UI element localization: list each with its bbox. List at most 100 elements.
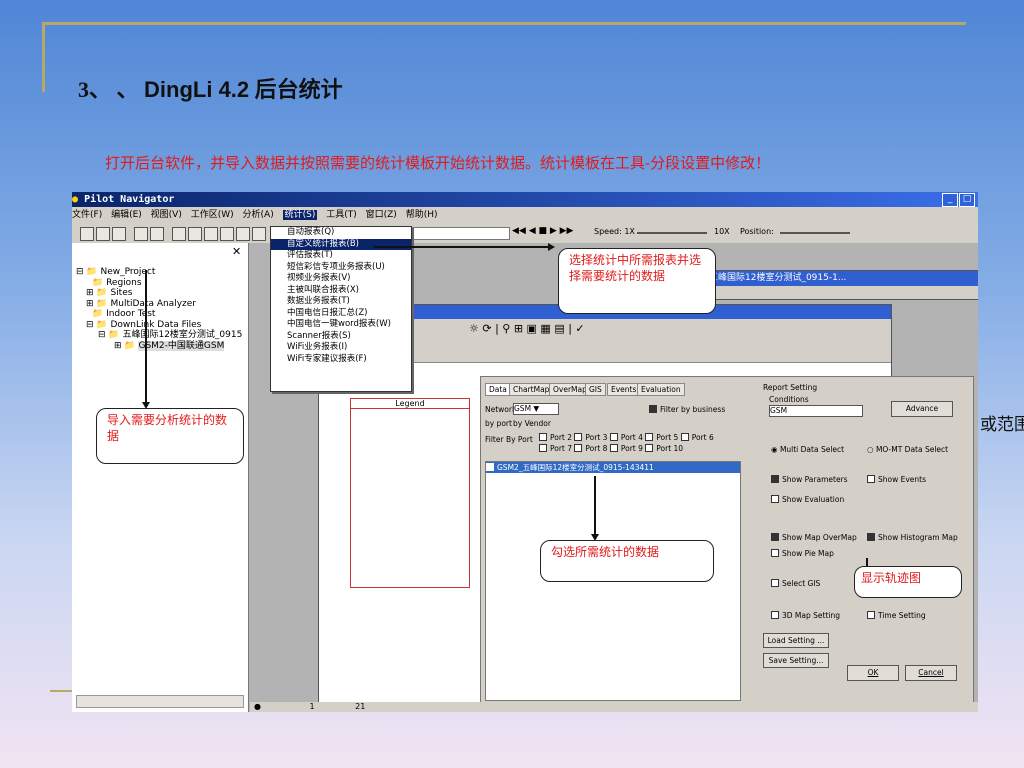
map-window-titlebar: 五峰国际12楼室分测试_0915-1...: [709, 271, 978, 286]
data-file-item[interactable]: GSM2_五峰国际12楼室分测试_0915-143411: [486, 462, 740, 473]
tree-item[interactable]: ⊞ 📁 GSM2-中国联通GSM: [74, 340, 242, 352]
folder-icon[interactable]: [134, 227, 148, 241]
open-folder-icon[interactable]: [96, 227, 110, 241]
conditions-label: Conditions: [769, 395, 809, 404]
save-setting-button[interactable]: Save Setting...: [763, 653, 829, 668]
callout-choose: 选择统计中所需报表并选择需要统计的数据: [558, 248, 716, 314]
callout-check: 勾选所需统计的数据: [540, 540, 714, 582]
tree-item[interactable]: ⊞ 📁 Sites: [74, 288, 242, 299]
cancel-button[interactable]: Cancel: [905, 665, 957, 681]
status-bar: ● 1 21: [250, 702, 978, 712]
status-value-a: 1: [309, 702, 315, 711]
chart-icon[interactable]: [204, 227, 218, 241]
minimize-icon[interactable]: _: [942, 193, 958, 207]
menu-item[interactable]: 主被叫联合报表(X): [271, 285, 411, 297]
restore-icon[interactable]: □: [959, 193, 975, 207]
close-panel-icon[interactable]: ✕: [232, 245, 241, 258]
project-tree: ⊟ 📁 New_Project 📁 Regions ⊞ 📁 Sites ⊞ 📁 …: [74, 267, 242, 351]
menu-file[interactable]: 文件(F): [72, 210, 102, 220]
report-setting-panel: Report Setting Conditions GSM Advance ◉ …: [763, 383, 967, 701]
filter-by-port-label: Filter By Port: [485, 435, 533, 444]
menu-item[interactable]: 评估报表(T): [271, 250, 411, 262]
port-checkboxes-row1[interactable]: Port 2 Port 3 Port 4 Port 5 Port 6: [539, 433, 714, 442]
menu-item[interactable]: 中国电信日报汇总(Z): [271, 308, 411, 320]
statistics-menu: 自动报表(Q) 自定义统计报表(B) 评估报表(T) 短信彩信专项业务报表(U)…: [270, 226, 412, 392]
tab-chartmap[interactable]: ChartMap: [509, 383, 554, 396]
menu-item[interactable]: 视频业务报表(V): [271, 273, 411, 285]
menubar: 文件(F) 编辑(E) 视图(V) 工作区(W) 分析(A) 统计(S) 工具(…: [72, 207, 978, 223]
playback-controls[interactable]: ◀◀ ◀ ■ ▶ ▶▶: [512, 226, 573, 236]
show-parameters-checkbox[interactable]: Show Parameters: [771, 475, 848, 484]
grid-icon[interactable]: [220, 227, 234, 241]
tree-item[interactable]: ⊟ 📁 DownLink Data Files: [74, 320, 242, 331]
menu-tools[interactable]: 工具(T): [326, 210, 357, 220]
tab-events[interactable]: Events: [607, 383, 641, 396]
load-setting-button[interactable]: Load Setting ...: [763, 633, 829, 648]
menu-item[interactable]: 自动报表(Q): [271, 227, 411, 239]
report-icon[interactable]: [252, 227, 266, 241]
momt-data-select-radio[interactable]: ○ MO-MT Data Select: [867, 445, 948, 454]
slide-title: 3、 、 DingLi 4.2 后台统计: [78, 77, 343, 102]
toolbar: ◀◀ ◀ ■ ▶ ▶▶ Speed: 1X 10X Position:: [72, 223, 978, 244]
menu-item-custom-report[interactable]: 自定义统计报表(B): [271, 238, 411, 250]
show-map-overmap-checkbox[interactable]: Show Map OverMap: [771, 533, 857, 542]
legend-title: Legend: [351, 399, 469, 409]
multi-data-select-radio[interactable]: ◉ Multi Data Select: [771, 445, 844, 454]
menu-item[interactable]: 数据业务报表(T): [271, 296, 411, 308]
arrow-choose: [374, 246, 550, 248]
menu-workspace[interactable]: 工作区(W): [191, 210, 234, 220]
arrow-check: [594, 476, 596, 536]
tree-item[interactable]: ⊟ 📁 New_Project: [74, 267, 242, 278]
tree-item[interactable]: ⊟ 📁 五峰国际12楼室分测试_0915: [74, 330, 242, 341]
menu-item[interactable]: Scanner报表(S): [271, 331, 411, 343]
menu-item[interactable]: WiFi业务报表(I): [271, 342, 411, 354]
show-evaluation-checkbox[interactable]: Show Evaluation: [771, 495, 844, 504]
ok-button[interactable]: OK: [847, 665, 899, 681]
map-window: 五峰国际12楼室分测试_0915-1...: [708, 270, 978, 300]
menu-view[interactable]: 视图(V): [151, 210, 182, 220]
menu-item[interactable]: WiFi专家建议报表(F): [271, 354, 411, 366]
tab-by-vendor[interactable]: by Vendor: [513, 419, 551, 428]
filter-business-checkbox[interactable]: Filter by business: [649, 405, 725, 414]
tab-evaluation[interactable]: Evaluation: [637, 383, 685, 396]
map3d-checkbox[interactable]: 3D Map Setting: [771, 611, 840, 620]
globe-icon[interactable]: [172, 227, 186, 241]
network-select[interactable]: GSM ▼: [513, 403, 559, 415]
new-file-icon[interactable]: [80, 227, 94, 241]
time-setting-checkbox[interactable]: Time Setting: [867, 611, 926, 620]
menu-window[interactable]: 窗口(Z): [366, 210, 397, 220]
report-setting-label: Report Setting: [763, 383, 818, 392]
menu-item[interactable]: 中国电信一键word报表(W): [271, 319, 411, 331]
show-events-checkbox[interactable]: Show Events: [867, 475, 926, 484]
show-pie-checkbox[interactable]: Show Pie Map: [771, 549, 834, 558]
print-icon[interactable]: [150, 227, 164, 241]
tree-scrollbar[interactable]: [76, 695, 244, 708]
tree-item[interactable]: 📁 Regions: [74, 278, 242, 289]
port-checkboxes-row2[interactable]: Port 7 Port 8 Port 9 Port 10: [539, 444, 683, 453]
tab-gis[interactable]: GIS: [585, 383, 606, 396]
callout-track: 显示轨迹图: [854, 566, 962, 598]
menu-help[interactable]: 帮助(H): [406, 210, 438, 220]
select-gis-checkbox[interactable]: Select GIS: [771, 579, 820, 588]
speed-slider[interactable]: [637, 232, 707, 234]
tree-item[interactable]: ⊞ 📁 MultiData Analyzer: [74, 299, 242, 310]
menu-analysis[interactable]: 分析(A): [243, 210, 274, 220]
table-icon[interactable]: [188, 227, 202, 241]
cutoff-text: 或范围: [980, 415, 1024, 435]
layout-icon[interactable]: [236, 227, 250, 241]
tree-item[interactable]: 📁 Indoor Test: [74, 309, 242, 320]
tab-data[interactable]: Data: [485, 383, 511, 396]
conditions-select[interactable]: GSM: [769, 405, 863, 417]
position-slider[interactable]: [780, 232, 850, 234]
tab-by-port[interactable]: by port: [485, 419, 512, 428]
menu-edit[interactable]: 编辑(E): [111, 210, 142, 220]
advance-button[interactable]: Advance: [891, 401, 953, 417]
slide-bottom-mark: [50, 690, 72, 692]
speed-label: Speed:: [594, 227, 622, 236]
toolbar-combo[interactable]: [410, 227, 510, 240]
map-window-title: 五峰国际12楼室分测试_0915-1...: [709, 273, 847, 283]
show-histogram-checkbox[interactable]: Show Histogram Map: [867, 533, 958, 542]
save-icon[interactable]: [112, 227, 126, 241]
menu-item[interactable]: 短信彩信专项业务报表(U): [271, 262, 411, 274]
menu-statistics[interactable]: 统计(S): [282, 210, 318, 220]
